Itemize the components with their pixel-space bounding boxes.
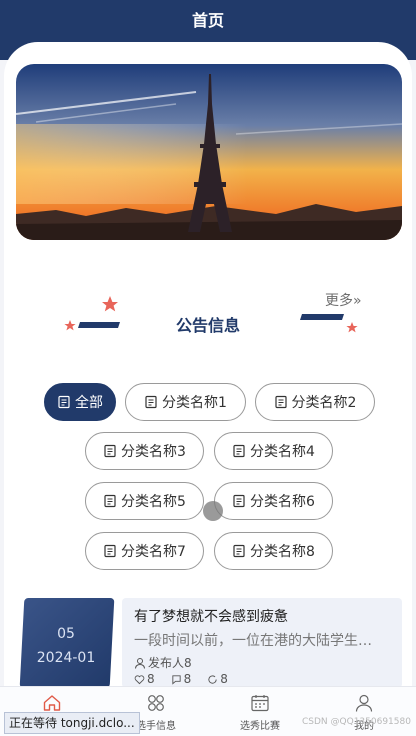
calendar-icon <box>251 695 269 712</box>
category-chip-label: 分类名称2 <box>291 395 357 411</box>
list-icon <box>233 494 245 508</box>
category-chip-label: 分类名称8 <box>250 544 315 560</box>
user-icon <box>355 694 373 712</box>
list-icon <box>104 494 116 508</box>
likes-count: 8 <box>147 672 155 686</box>
touch-indicator <box>203 501 223 521</box>
more-link[interactable]: 更多» <box>325 290 362 310</box>
views-count: 8 <box>220 672 228 686</box>
tab-contests[interactable]: 选秀比赛 <box>208 687 312 736</box>
category-chip-label: 分类名称4 <box>250 444 315 460</box>
list-icon <box>145 395 157 409</box>
category-chip-all[interactable]: 全部 <box>44 383 116 421</box>
category-chip-5[interactable]: 分类名称5 <box>85 482 204 520</box>
category-chip-6[interactable]: 分类名称6 <box>214 482 333 520</box>
comments-stat: 8 <box>171 672 192 686</box>
list-icon <box>58 395 70 409</box>
tab-label: 选秀比赛 <box>240 721 280 732</box>
category-chip-label: 分类名称3 <box>121 444 186 460</box>
watermark: CSDN @QQ1350691580 <box>302 717 411 727</box>
category-chip-8[interactable]: 分类名称8 <box>214 532 333 570</box>
category-chip-label: 全部 <box>75 395 103 411</box>
user-icon <box>135 657 145 669</box>
article-summary: 一段时间以前，一位在港的大陆学生… <box>134 633 372 649</box>
category-chip-2[interactable]: 分类名称2 <box>255 383 375 421</box>
heart-icon <box>134 674 145 684</box>
category-chip-label: 分类名称5 <box>121 494 186 510</box>
list-icon <box>233 444 245 458</box>
views-stat: 8 <box>207 672 228 686</box>
category-chip-3[interactable]: 分类名称3 <box>85 432 204 470</box>
article-card: 有了梦想就不会感到疲惫 一段时间以前，一位在港的大陆学生… 发布人8 8 8 8 <box>122 598 402 688</box>
category-chip-label: 分类名称6 <box>250 494 315 510</box>
date-year-month: 2024-01 <box>36 650 96 666</box>
notice-list-item[interactable]: 05 2024-01 有了梦想就不会感到疲惫 一段时间以前，一位在港的大陆学生…… <box>19 598 402 688</box>
notice-section-header: 公告信息 更多» <box>0 288 416 348</box>
comment-icon <box>172 674 181 685</box>
category-chip-4[interactable]: 分类名称4 <box>214 432 333 470</box>
list-icon <box>233 544 245 558</box>
tab-profile[interactable]: 我的 <box>312 687 416 736</box>
comments-count: 8 <box>183 672 192 686</box>
grid-icon <box>148 695 164 711</box>
star-decoration-right <box>300 314 358 333</box>
date-day: 05 <box>57 626 75 642</box>
browser-status-text: 正在等待 tongji.dclo... <box>4 712 140 734</box>
page-title: 首页 <box>191 11 224 30</box>
refresh-icon <box>208 674 217 684</box>
category-chip-label: 分类名称7 <box>121 544 186 560</box>
list-icon <box>104 444 116 458</box>
article-publisher: 发布人8 <box>134 654 192 671</box>
category-chip-1[interactable]: 分类名称1 <box>125 383 246 421</box>
publisher-name: 发布人8 <box>148 656 192 670</box>
category-chip-label: 分类名称1 <box>162 395 227 411</box>
category-chip-7[interactable]: 分类名称7 <box>85 532 204 570</box>
list-icon <box>274 395 287 409</box>
article-title: 有了梦想就不会感到疲惫 <box>134 609 288 625</box>
banner-image[interactable] <box>16 64 402 240</box>
home-icon <box>43 695 61 711</box>
list-icon <box>104 544 116 558</box>
likes-stat: 8 <box>134 672 155 686</box>
date-box <box>19 598 115 688</box>
article-stats: 8 8 8 <box>134 672 228 686</box>
